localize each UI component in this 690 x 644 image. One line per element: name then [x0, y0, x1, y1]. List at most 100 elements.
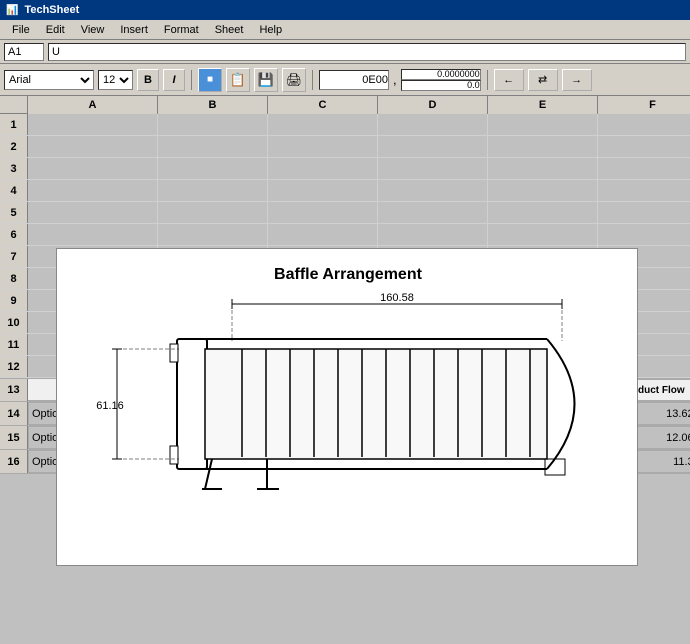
table-row: 6 [0, 224, 690, 246]
row-num-3: 3 [0, 158, 28, 179]
cell-d4[interactable] [378, 180, 488, 201]
cell-c5[interactable] [268, 202, 378, 223]
row-num-12: 12 [0, 356, 28, 377]
cell-e2[interactable] [488, 136, 598, 157]
back-button[interactable]: ← [494, 69, 524, 91]
table-row: 3 [0, 158, 690, 180]
cell-a5[interactable] [28, 202, 158, 223]
cell-f4[interactable] [598, 180, 690, 201]
cell-a6[interactable] [28, 224, 158, 245]
menu-insert[interactable]: Insert [112, 22, 156, 38]
cell-c2[interactable] [268, 136, 378, 157]
height-label: 61.16 [96, 400, 124, 412]
cell-e1[interactable] [488, 114, 598, 135]
table-row: 2 [0, 136, 690, 158]
row-num-8: 8 [0, 268, 28, 289]
row-num-7: 7 [0, 246, 28, 267]
cell-d5[interactable] [378, 202, 488, 223]
col-header-b[interactable]: B [158, 96, 268, 114]
comma-separator: , [393, 72, 397, 87]
swap-button[interactable]: ⇄ [528, 69, 558, 91]
forward-button[interactable]: → [562, 69, 592, 91]
cell-b2[interactable] [158, 136, 268, 157]
row-num-9: 9 [0, 290, 28, 311]
diagram-overlay: Baffle Arrangement 160.58 [56, 248, 638, 566]
cell-reference-input[interactable] [4, 43, 44, 61]
cell-c6[interactable] [268, 224, 378, 245]
table-row: 4 [0, 180, 690, 202]
col-header-a[interactable]: A [28, 96, 158, 114]
app-title: TechSheet [24, 4, 79, 16]
table-row: 5 [0, 202, 690, 224]
row-num-11: 11 [0, 334, 28, 355]
row-num-15: 15 [0, 426, 28, 449]
cell-b4[interactable] [158, 180, 268, 201]
formula-input[interactable] [48, 43, 686, 61]
cell-b1[interactable] [158, 114, 268, 135]
cell-c3[interactable] [268, 158, 378, 179]
cell-d3[interactable] [378, 158, 488, 179]
cell-f2[interactable] [598, 136, 690, 157]
menu-format[interactable]: Format [156, 22, 207, 38]
italic-button[interactable]: I [163, 69, 185, 91]
paste-button[interactable]: 📋 [226, 68, 250, 92]
spreadsheet-container: A B C D E F 1 2 3 [0, 96, 690, 474]
cell-e5[interactable] [488, 202, 598, 223]
save-button[interactable]: 💾 [254, 68, 278, 92]
print-button[interactable]: 🖨 [282, 68, 306, 92]
menu-help[interactable]: Help [251, 22, 290, 38]
col-header-f[interactable]: F [598, 96, 690, 114]
cell-f3[interactable] [598, 158, 690, 179]
cell-a2[interactable] [28, 136, 158, 157]
cell-d2[interactable] [378, 136, 488, 157]
toolbar: Arial 12 B I ■ 📋 💾 🖨 , ← ⇄ → [0, 64, 690, 96]
row-num-6: 6 [0, 224, 28, 245]
sci-notation-input[interactable] [319, 70, 389, 90]
row-num-10: 10 [0, 312, 28, 333]
cell-a3[interactable] [28, 158, 158, 179]
column-headers: A B C D E F [0, 96, 690, 114]
table-row: 1 [0, 114, 690, 136]
row-num-14: 14 [0, 402, 28, 425]
cell-c1[interactable] [268, 114, 378, 135]
menu-bar: File Edit View Insert Format Sheet Help [0, 20, 690, 40]
color-button[interactable]: ■ [198, 68, 222, 92]
cell-f1[interactable] [598, 114, 690, 135]
cell-c4[interactable] [268, 180, 378, 201]
row-num-1: 1 [0, 114, 28, 135]
row-num-13: 13 [0, 379, 28, 401]
font-size-select[interactable]: 12 [98, 70, 133, 90]
val-f15: 12.06 [666, 432, 690, 444]
menu-sheet[interactable]: Sheet [207, 22, 252, 38]
cell-b3[interactable] [158, 158, 268, 179]
col-header-e[interactable]: E [488, 96, 598, 114]
diagram-title: Baffle Arrangement [274, 266, 423, 283]
menu-edit[interactable]: Edit [38, 22, 73, 38]
bold-button[interactable]: B [137, 69, 159, 91]
cell-e6[interactable] [488, 224, 598, 245]
decimal-input-top[interactable] [401, 69, 481, 80]
cell-f5[interactable] [598, 202, 690, 223]
cell-d6[interactable] [378, 224, 488, 245]
baffle-diagram: Baffle Arrangement 160.58 [57, 249, 639, 567]
cell-f6[interactable] [598, 224, 690, 245]
menu-file[interactable]: File [4, 22, 38, 38]
cell-a4[interactable] [28, 180, 158, 201]
col-header-d[interactable]: D [378, 96, 488, 114]
menu-view[interactable]: View [73, 22, 113, 38]
title-bar: 📊 TechSheet [0, 0, 690, 20]
cell-b6[interactable] [158, 224, 268, 245]
separator-3 [487, 70, 488, 90]
decimal-input-bottom[interactable] [401, 80, 481, 91]
val-f16: 11.3 [673, 456, 690, 468]
width-label: 160.58 [380, 292, 414, 304]
cell-e4[interactable] [488, 180, 598, 201]
font-select[interactable]: Arial [4, 70, 94, 90]
cell-b5[interactable] [158, 202, 268, 223]
cell-e3[interactable] [488, 158, 598, 179]
separator-1 [191, 70, 192, 90]
col-header-c[interactable]: C [268, 96, 378, 114]
row-num-2: 2 [0, 136, 28, 157]
cell-a1[interactable] [28, 114, 158, 135]
cell-d1[interactable] [378, 114, 488, 135]
